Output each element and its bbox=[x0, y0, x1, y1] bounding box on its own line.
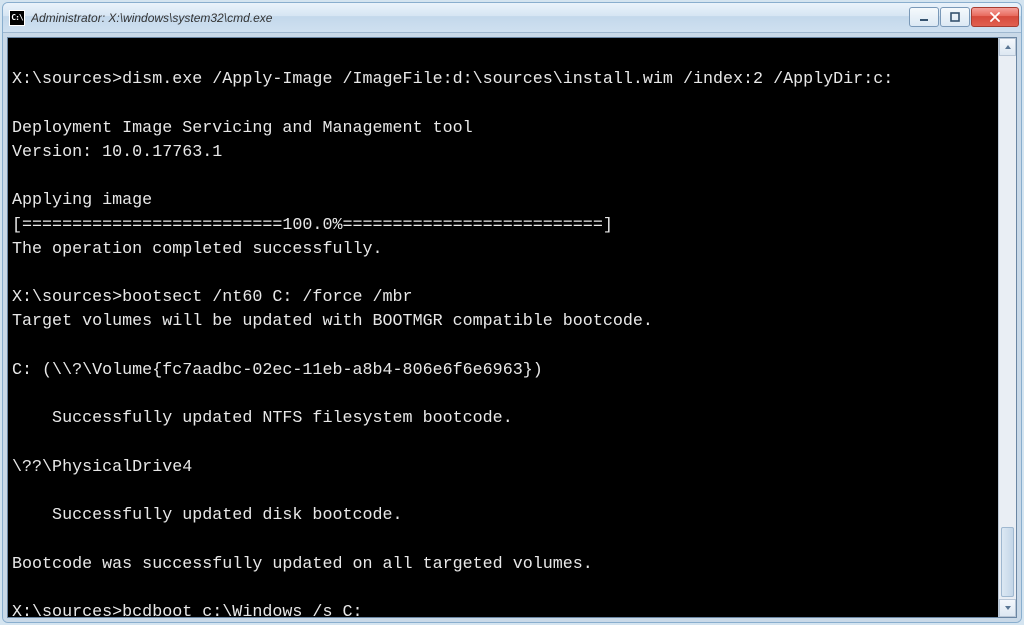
close-icon bbox=[989, 12, 1001, 22]
terminal-output[interactable]: X:\sources>dism.exe /Apply-Image /ImageF… bbox=[8, 38, 998, 617]
titlebar[interactable]: C:\ Administrator: X:\windows\system32\c… bbox=[3, 3, 1021, 33]
client-area: X:\sources>dism.exe /Apply-Image /ImageF… bbox=[3, 33, 1021, 622]
scroll-thumb[interactable] bbox=[1001, 527, 1014, 597]
scroll-track[interactable] bbox=[999, 56, 1016, 599]
vertical-scrollbar[interactable] bbox=[998, 38, 1016, 617]
close-button[interactable] bbox=[971, 7, 1019, 27]
cmd-window: C:\ Administrator: X:\windows\system32\c… bbox=[2, 2, 1022, 623]
scroll-down-button[interactable] bbox=[999, 599, 1016, 617]
window-controls bbox=[909, 7, 1019, 29]
chevron-up-icon bbox=[1004, 44, 1012, 50]
minimize-button[interactable] bbox=[909, 7, 939, 27]
chevron-down-icon bbox=[1004, 605, 1012, 611]
maximize-button[interactable] bbox=[940, 7, 970, 27]
scroll-up-button[interactable] bbox=[999, 38, 1016, 56]
maximize-icon bbox=[950, 12, 960, 22]
minimize-icon bbox=[919, 12, 929, 22]
terminal-container: X:\sources>dism.exe /Apply-Image /ImageF… bbox=[7, 37, 1017, 618]
cmd-icon: C:\ bbox=[9, 10, 25, 26]
window-title: Administrator: X:\windows\system32\cmd.e… bbox=[31, 11, 909, 25]
